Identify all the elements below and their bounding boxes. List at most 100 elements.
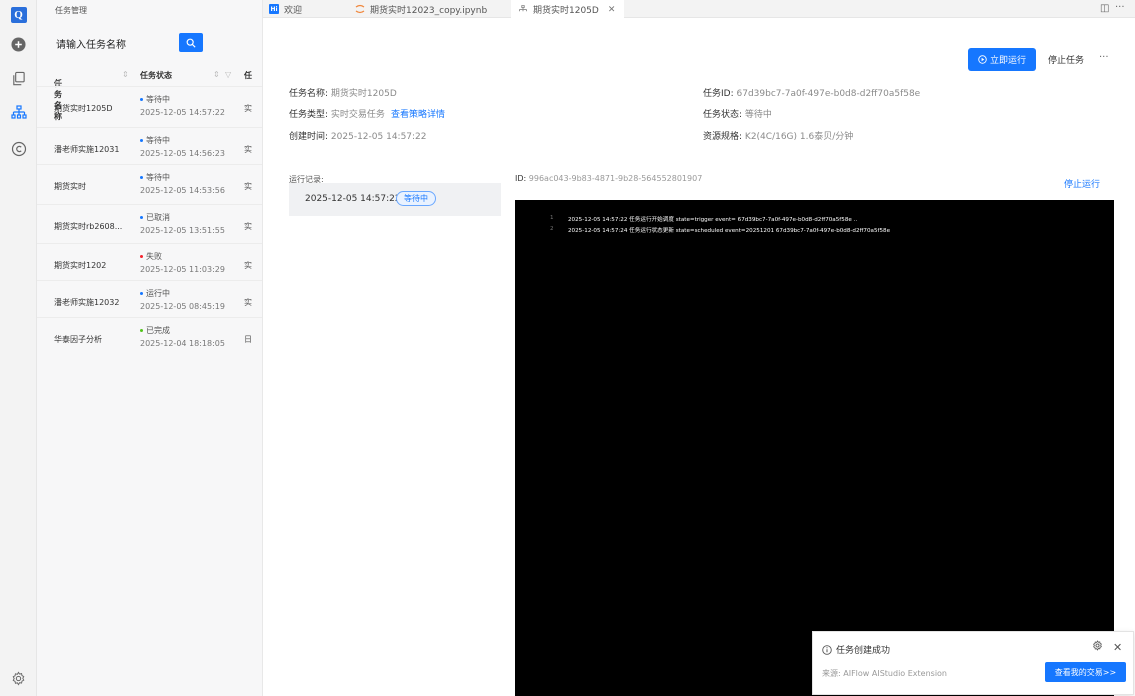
task-time: 2025-12-05 14:53:56 <box>140 186 225 195</box>
status-dot <box>140 329 143 332</box>
task-id-field: 任务ID: 67d39bc7-7a0f-497e-b0d8-d2ff70a5f5… <box>703 89 921 99</box>
stop-task-button[interactable]: 停止任务 <box>1040 48 1092 71</box>
table-row[interactable]: 华泰因子分析 已完成 2025-12-04 18:18:05 日 <box>37 317 262 358</box>
copyright-icon[interactable] <box>0 141 37 157</box>
task-type: 实 <box>244 182 252 191</box>
app-window: Q 任务管理 任务名称 ≡ ⇕ 任务状态 ⇕ <box>0 0 1135 696</box>
stop-run-link[interactable]: 停止运行 <box>1064 177 1100 190</box>
gear-icon[interactable] <box>1092 640 1103 651</box>
more-options-icon[interactable]: ··· <box>1099 52 1109 63</box>
task-status-field: 任务状态: 等待中 <box>703 110 772 120</box>
org-chart-icon[interactable] <box>0 105 37 121</box>
search-box <box>51 33 203 55</box>
column-status[interactable]: 任务状态 <box>140 70 172 81</box>
filter-icon[interactable]: ▽ <box>225 70 231 79</box>
editor-tab-bar: Hi 欢迎 期货实时12023_copy.ipynb 期货实时1205D ✕ ◫… <box>263 0 1135 19</box>
task-time: 2025-12-05 08:45:19 <box>140 302 225 311</box>
column-type[interactable]: 任 <box>244 70 252 81</box>
task-type: 实 <box>244 261 252 270</box>
task-status: 运行中 <box>140 288 170 299</box>
more-icon[interactable]: ··· <box>1115 2 1125 13</box>
run-record-item[interactable]: 2025-12-05 14:57:22 等待中 <box>289 183 501 216</box>
notification-toast: 任务创建成功 来源: AIFlow AIStudio Extension ✕ 查… <box>812 631 1134 695</box>
log-text: 2025-12-05 14:57:24 任务运行状态更新 state=sched… <box>568 228 891 234</box>
task-type: 实 <box>244 104 252 113</box>
run-now-button[interactable]: 立即运行 <box>968 48 1036 71</box>
table-row[interactable]: 潘老师实施12031 等待中 2025-12-05 14:56:23 实 <box>37 127 262 168</box>
table-row[interactable]: 期货实时rb2608... 已取消 2025-12-05 13:51:55 实 <box>37 204 262 245</box>
info-icon <box>822 644 832 655</box>
table-row[interactable]: 期货实时 等待中 2025-12-05 14:53:56 实 <box>37 164 262 205</box>
task-status: 等待中 <box>140 94 170 105</box>
hi-icon: Hi <box>269 4 279 14</box>
status-dot <box>140 292 143 295</box>
run-id: ID: 996ac043-9b83-4871-9b28-564552801907 <box>515 174 703 183</box>
close-icon[interactable]: ✕ <box>1113 641 1122 654</box>
play-circle-icon <box>978 55 987 64</box>
view-strategy-link[interactable]: 查看策略详情 <box>391 110 445 120</box>
task-manager-panel: 任务管理 任务名称 ≡ ⇕ 任务状态 ⇕ ▽ 任 期货实时1205D 等待中 2… <box>37 0 263 696</box>
task-type-field: 任务类型: 实时交易任务 查看策略详情 <box>289 110 445 120</box>
search-button[interactable] <box>179 33 203 52</box>
plus-circle-icon[interactable] <box>0 37 37 52</box>
tab-task-detail[interactable]: 期货实时1205D ✕ <box>511 0 624 19</box>
task-name: 潘老师实施12031 <box>54 145 120 154</box>
task-name: 期货实时rb2608... <box>54 222 123 231</box>
panel-title: 任务管理 <box>55 6 87 15</box>
task-status: 等待中 <box>140 135 170 146</box>
task-search-input[interactable] <box>51 36 171 55</box>
task-type: 实 <box>244 298 252 307</box>
task-time: 2025-12-05 14:56:23 <box>140 149 225 158</box>
task-table-header: 任务名称 ≡ ⇕ 任务状态 ⇕ ▽ 任 <box>54 70 252 121</box>
settings-icon[interactable] <box>0 671 37 686</box>
status-dot <box>140 98 143 101</box>
app-logo[interactable]: Q <box>0 7 37 23</box>
sort-icon[interactable]: ⇕ <box>213 70 220 79</box>
task-type: 日 <box>244 335 252 344</box>
task-name-field: 任务名称: 期货实时1205D <box>289 89 397 99</box>
task-name: 华泰因子分析 <box>54 335 102 344</box>
toast-message: 任务创建成功 <box>822 643 890 656</box>
copy-icon[interactable] <box>0 71 37 87</box>
view-my-trades-button[interactable]: 查看我的交易>> <box>1045 662 1126 682</box>
split-editor-icon[interactable]: ◫ <box>1100 3 1109 14</box>
toast-source: 来源: AIFlow AIStudio Extension <box>822 669 948 678</box>
status-dot <box>140 139 143 142</box>
task-type: 实 <box>244 222 252 231</box>
task-name: 期货实时1205D <box>54 104 113 113</box>
table-row[interactable]: 潘老师实施12032 运行中 2025-12-05 08:45:19 实 <box>37 280 262 321</box>
task-name: 期货实时 <box>54 182 86 191</box>
line-number: 1 <box>550 215 554 221</box>
task-time: 2025-12-05 11:03:29 <box>140 265 225 274</box>
notebook-icon <box>355 4 365 14</box>
table-row[interactable]: 期货实时1202 失败 2025-12-05 11:03:29 实 <box>37 243 262 284</box>
org-chart-icon <box>519 4 527 11</box>
search-icon <box>186 38 196 48</box>
line-number: 2 <box>550 226 554 232</box>
activity-bar: Q <box>0 0 37 696</box>
status-badge: 等待中 <box>396 191 436 206</box>
table-row[interactable]: 期货实时1205D 等待中 2025-12-05 14:57:22 实 <box>37 86 262 127</box>
log-text: 2025-12-05 14:57:22 任务运行开始调度 state=trigg… <box>568 217 858 223</box>
tab-welcome[interactable]: Hi 欢迎 <box>269 0 302 18</box>
task-time: 2025-12-05 13:51:55 <box>140 226 225 235</box>
task-name: 期货实时1202 <box>54 261 107 270</box>
status-dot <box>140 176 143 179</box>
task-status: 等待中 <box>140 172 170 183</box>
tab-notebook[interactable]: 期货实时12023_copy.ipynb <box>355 0 487 18</box>
task-status: 已取消 <box>140 212 170 223</box>
status-dot <box>140 216 143 219</box>
status-dot <box>140 255 143 258</box>
close-icon[interactable]: ✕ <box>608 5 616 15</box>
task-status: 已完成 <box>140 325 170 336</box>
resource-spec-field: 资源规格: K2(4C/16G) 1.6泰贝/分钟 <box>703 132 854 142</box>
log-console[interactable]: 1 2025-12-05 14:57:22 任务运行开始调度 state=tri… <box>515 200 1114 696</box>
sort-icon[interactable]: ⇕ <box>122 70 129 79</box>
task-time: 2025-12-05 14:57:22 <box>140 108 225 117</box>
task-time: 2025-12-04 18:18:05 <box>140 339 225 348</box>
task-name: 潘老师实施12032 <box>54 298 120 307</box>
task-status: 失败 <box>140 251 162 262</box>
run-time: 2025-12-05 14:57:22 <box>305 194 401 204</box>
created-time-field: 创建时间: 2025-12-05 14:57:22 <box>289 132 427 142</box>
task-type: 实 <box>244 145 252 154</box>
